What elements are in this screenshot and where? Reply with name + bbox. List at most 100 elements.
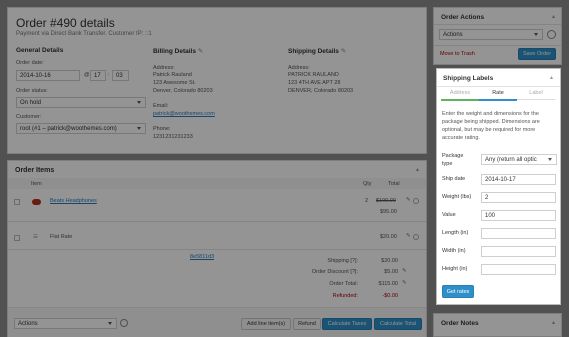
order-status-label: Order status: [16,88,48,94]
description-line: Enter the weight and dimensions for the [442,111,539,117]
width-input[interactable] [481,246,556,257]
save-order-button[interactable]: Save Order [518,48,556,60]
order-minute-input[interactable]: 03 [112,70,129,81]
billing-phone: 1231231231233 [153,134,193,140]
length-input[interactable] [481,228,556,239]
summary-value: $5.00 [384,269,398,275]
delete-shipping-line-icon[interactable] [413,234,419,240]
coupon-code-link[interactable]: 8e5811d3 [190,254,214,262]
billing-address-line: Denver, Colorado 80203 [153,88,213,94]
general-details-heading: General Details [16,47,64,54]
tab-rate[interactable]: Rate [479,90,517,98]
order-details-panel: Order #490 details Payment via Direct Ba… [7,7,427,154]
divider [8,221,426,222]
calculate-taxes-button[interactable]: Calculate Taxes [322,318,372,330]
billing-email-label: Email: [153,103,169,109]
collapse-icon[interactable]: ▴ [552,13,555,20]
shipping-address-line: DENVER, Colorado 80203 [288,88,354,94]
refunded-label: Refunded: [332,293,358,299]
summary-value: $20.00 [381,258,398,264]
delete-item-icon[interactable] [413,198,419,204]
ship-date-label: Ship date [442,176,466,182]
billing-address-line: 123 Awesome St. [153,80,196,86]
edit-shipping-line-icon[interactable]: ✎ [406,233,411,241]
add-line-items-button[interactable]: Add line item(s) [241,318,291,330]
description-line: package being shipped. Dimensions are [442,119,540,125]
value-label: Value [442,212,456,218]
summary-label: Order Discount [?]: [311,269,358,275]
summary-label: Order Total: [329,281,358,287]
product-name-link[interactable]: Beats Headphones [50,198,97,206]
apply-action-icon[interactable] [547,30,556,39]
billing-details-heading: Billing Details ✎ [153,47,203,55]
billing-email-link[interactable]: patrick@woothemes.com [153,111,215,119]
move-to-trash-link[interactable]: Move to Trash [440,51,475,59]
bulk-actions-select[interactable]: Actions [14,318,117,329]
order-notes-heading: Order Notes [441,320,479,327]
col-qty: Qty [363,181,372,187]
at-sign: @ [84,72,90,78]
weight-input[interactable]: 2 [481,192,556,203]
shipping-details-heading: Shipping Details ✎ [288,47,346,55]
shipping-labels-panel: Shipping Labels ▴ Address Rate Label Ent… [436,68,561,305]
order-actions-panel: Order Actions ▴ Actions Move to Trash Sa… [433,7,562,65]
order-notes-panel: Order Notes ▴ [433,313,562,337]
get-rates-button[interactable]: Get rates [442,285,474,298]
edit-shipping-icon[interactable]: ✎ [341,48,346,55]
package-type-label: type [442,161,453,167]
col-item: Item [31,181,42,187]
order-actions-select[interactable]: Actions [439,29,543,40]
refund-button[interactable]: Refund [293,318,321,330]
order-hour-input[interactable]: 17 [90,70,106,81]
shipping-address-line: PATRICK RAULAND [288,72,339,78]
bulk-apply-icon[interactable] [120,319,128,327]
tab-address[interactable]: Address [441,90,479,98]
calculate-total-button[interactable]: Calculate Total [374,318,422,330]
description-line: accurate rating. [442,135,480,141]
shipping-line-price: $20.00 [380,234,397,240]
order-subtitle: Payment via Direct Bank Transfer. Custom… [16,31,152,37]
value-input[interactable]: 100 [481,210,556,221]
row-checkbox[interactable] [14,199,20,205]
summary-label: Shipping [?]: [327,258,358,264]
collapse-icon[interactable]: ▴ [552,319,555,326]
row-checkbox[interactable] [14,235,20,241]
divider [8,249,426,250]
edit-discount-icon[interactable]: ✎ [402,268,407,276]
headphones-thumbnail-icon [32,199,41,205]
divider [434,24,561,25]
billing-phone-label: Phone: [153,126,171,132]
time-colon: : [108,72,110,78]
height-label: Height (in) [442,266,468,272]
edit-billing-icon[interactable]: ✎ [198,48,203,55]
package-type-label: Package [442,153,464,159]
customer-select[interactable]: root (#1 – patrick@woothemes.com) [16,123,146,134]
product-old-price: $100.00 [376,198,396,204]
product-price: $95.00 [380,209,397,215]
edit-item-icon[interactable]: ✎ [406,197,411,205]
edit-total-icon[interactable]: ✎ [402,280,407,288]
refunded-value: -$0.00 [382,293,398,299]
shipping-address-line: 123 4TH AVE APT 28 [288,80,341,86]
length-label: Length (in) [442,230,469,236]
shipping-icon: ☰ [33,234,38,240]
tab-label[interactable]: Label [517,90,555,98]
tab-progress-pending [517,99,555,100]
shipping-labels-heading: Shipping Labels [443,75,494,82]
height-input[interactable] [481,264,556,275]
collapse-icon[interactable]: ▴ [416,166,419,173]
summary-value: $115.00 [378,281,398,287]
billing-heading-text: Billing Details [153,48,196,55]
tab-progress-done [441,99,479,101]
order-status-select[interactable]: On hold [16,97,146,108]
overlay [561,68,569,305]
billing-address-line: Patrick Rauland [153,72,192,78]
description-line: optional, but may be required for more [442,127,536,133]
collapse-icon[interactable]: ▴ [550,74,553,81]
product-qty: 2 [365,198,369,204]
order-date-input[interactable]: 2014-10-16 [16,70,80,81]
ship-date-input[interactable]: 2014-10-17 [481,174,556,185]
shipping-method-name: Flat Rate [50,234,73,240]
package-type-select[interactable]: Any (return all optic [481,154,557,165]
shipping-heading-text: Shipping Details [288,48,339,55]
